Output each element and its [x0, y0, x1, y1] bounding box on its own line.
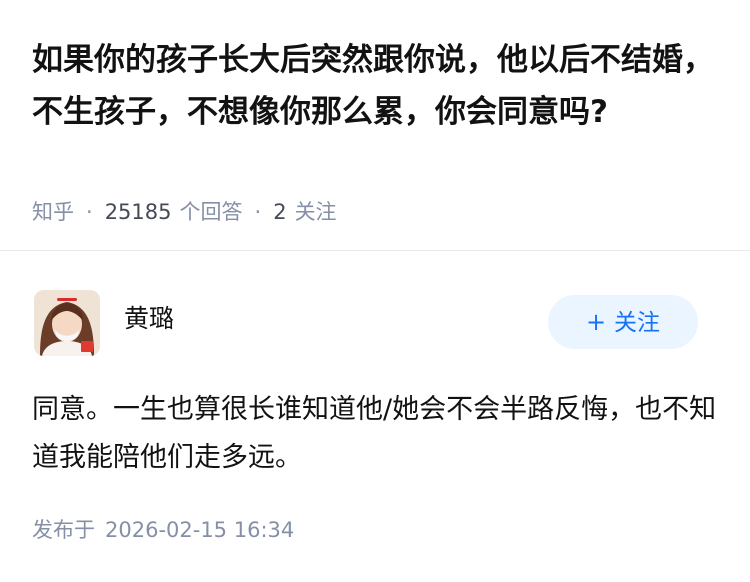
meta-separator: ·	[86, 200, 93, 224]
publish-info: 发布于 2026-02-15 16:34	[32, 514, 294, 546]
follow-count-label[interactable]: 关注	[295, 200, 337, 224]
avatar-portrait-icon	[34, 290, 100, 356]
author-row: 黄璐 + 关注	[0, 290, 750, 356]
published-time: 2026-02-15 16:34	[105, 518, 295, 542]
question-title[interactable]: 如果你的孩子长大后突然跟你说，他以后不结婚，不生孩子，不想像你那么累，你会同意吗…	[32, 34, 722, 138]
follow-button-label: 关注	[614, 310, 661, 336]
answer-content: 同意。一生也算很长谁知道他/她会不会半路反悔，也不知道我能陪他们走多远。	[32, 394, 717, 473]
question-header: 如果你的孩子长大后突然跟你说，他以后不结婚，不生孩子，不想像你那么累，你会同意吗…	[0, 0, 750, 251]
answer-count-label[interactable]: 个回答	[180, 200, 243, 224]
published-label: 发布于	[32, 518, 95, 542]
meta-separator: ·	[254, 200, 262, 224]
avatar-icon[interactable]	[34, 290, 100, 356]
question-meta: 知乎 · 25185 个回答 · 2 关注	[32, 196, 337, 228]
source-label[interactable]: 知乎	[32, 200, 74, 224]
follow-count[interactable]: 2	[273, 200, 286, 224]
answer-count[interactable]: 25185	[105, 200, 172, 224]
follow-button[interactable]: + 关注	[548, 295, 698, 349]
plus-icon: +	[585, 308, 607, 336]
author-name[interactable]: 黄璐	[124, 302, 174, 336]
